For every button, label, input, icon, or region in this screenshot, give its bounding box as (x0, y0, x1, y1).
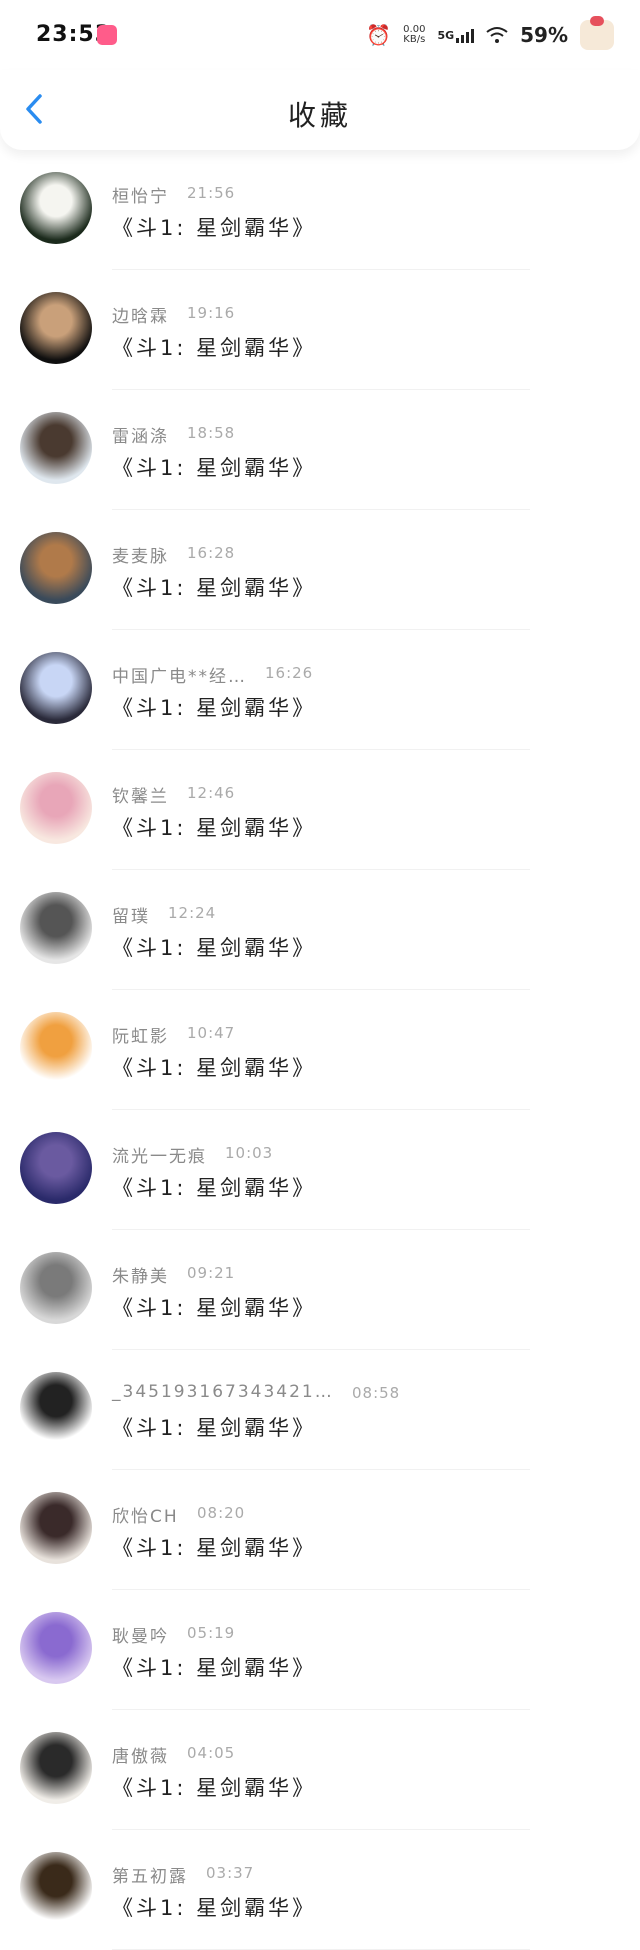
sender-name: 雷涵涤 (112, 427, 169, 447)
favorite-content: 《斗1: 星剑霸华》 (112, 936, 317, 960)
sender-name: 边晗霖 (112, 307, 169, 327)
signal-indicator: 5G (437, 27, 475, 43)
item-time: 03:37 (206, 1864, 255, 1882)
item-time: 19:16 (187, 304, 236, 322)
avatar[interactable] (20, 1372, 92, 1444)
list-item[interactable]: 阮虹影 10:47 《斗1: 星剑霸华》 (0, 990, 640, 1110)
sender-name: 唐傲薇 (112, 1747, 169, 1767)
favorite-content: 《斗1: 星剑霸华》 (112, 1056, 317, 1080)
sender-name: 流光一无痕 (112, 1147, 207, 1167)
item-time: 09:21 (187, 1264, 236, 1282)
avatar[interactable] (20, 892, 92, 964)
sender-name: 第五初露 (112, 1867, 188, 1887)
wifi-icon (486, 27, 508, 43)
avatar[interactable] (20, 1132, 92, 1204)
list-item[interactable]: _345193167343421… 08:58 《斗1: 星剑霸华》 (0, 1350, 640, 1470)
item-time: 10:03 (225, 1144, 274, 1162)
list-item[interactable]: 雷涵涤 18:58 《斗1: 星剑霸华》 (0, 390, 640, 510)
favorite-content: 《斗1: 星剑霸华》 (112, 1896, 317, 1920)
app-notification-icon (97, 25, 117, 45)
favorite-content: 《斗1: 星剑霸华》 (112, 696, 317, 720)
item-time: 18:58 (187, 424, 236, 442)
sender-name: 欣怡CH (112, 1507, 179, 1527)
sender-name: 耿曼吟 (112, 1627, 169, 1647)
status-icons: ⏰ 0.00 KB/s 5G 59% (366, 16, 614, 52)
favorite-content: 《斗1: 星剑霸华》 (112, 1776, 317, 1800)
favorite-content: 《斗1: 星剑霸华》 (112, 1536, 317, 1560)
favorite-content: 《斗1: 星剑霸华》 (112, 336, 317, 360)
favorite-content: 《斗1: 星剑霸华》 (112, 1656, 317, 1680)
avatar[interactable] (20, 412, 92, 484)
avatar[interactable] (20, 652, 92, 724)
avatar[interactable] (20, 532, 92, 604)
item-time: 05:19 (187, 1624, 236, 1642)
alarm-icon: ⏰ (366, 23, 392, 47)
list-item[interactable]: 中国广电**经… 16:26 《斗1: 星剑霸华》 (0, 630, 640, 750)
favorite-content: 《斗1: 星剑霸华》 (112, 816, 317, 840)
avatar[interactable] (20, 772, 92, 844)
favorite-content: 《斗1: 星剑霸华》 (112, 1176, 317, 1200)
list-item[interactable]: 边晗霖 19:16 《斗1: 星剑霸华》 (0, 270, 640, 390)
sender-name: _345193167343421… (112, 1382, 334, 1402)
item-time: 08:20 (197, 1504, 246, 1522)
list-item[interactable]: 桓怡宁 21:56 《斗1: 星剑霸华》 (0, 150, 640, 270)
list-item[interactable]: 流光一无痕 10:03 《斗1: 星剑霸华》 (0, 1110, 640, 1230)
item-time: 16:26 (265, 664, 314, 682)
item-time: 04:05 (187, 1744, 236, 1762)
list-item[interactable]: 耿曼吟 05:19 《斗1: 星剑霸华》 (0, 1590, 640, 1710)
avatar[interactable] (20, 1492, 92, 1564)
sender-name: 留璞 (112, 907, 150, 927)
item-time: 12:46 (187, 784, 236, 802)
sender-name: 桓怡宁 (112, 187, 169, 207)
signal-bars-icon (456, 27, 475, 43)
favorite-content: 《斗1: 星剑霸华》 (112, 216, 317, 240)
page-title: 收藏 (287, 99, 352, 132)
item-time: 21:56 (187, 184, 236, 202)
net-speed: 0.00 KB/s (403, 24, 426, 45)
list-item[interactable]: 留璞 12:24 《斗1: 星剑霸华》 (0, 870, 640, 990)
cake-sticker-icon (580, 16, 614, 50)
list-item[interactable]: 麦麦脉 16:28 《斗1: 星剑霸华》 (0, 510, 640, 630)
list-item[interactable]: 朱静美 09:21 《斗1: 星剑霸华》 (0, 1230, 640, 1350)
list-item[interactable]: 第五初露 03:37 《斗1: 星剑霸华》 (0, 1830, 640, 1950)
status-bar: 23:53 ⏰ 0.00 KB/s 5G 59% (0, 0, 640, 70)
favorite-content: 《斗1: 星剑霸华》 (112, 576, 317, 600)
avatar[interactable] (20, 1732, 92, 1804)
favorite-content: 《斗1: 星剑霸华》 (112, 1296, 317, 1320)
sender-name: 朱静美 (112, 1267, 169, 1287)
item-time: 08:58 (352, 1384, 401, 1402)
avatar[interactable] (20, 1612, 92, 1684)
sender-name: 麦麦脉 (112, 547, 169, 567)
network-type: 5G (437, 28, 455, 42)
item-time: 12:24 (168, 904, 217, 922)
avatar[interactable] (20, 292, 92, 364)
item-time: 10:47 (187, 1024, 236, 1042)
list-item[interactable]: 欣怡CH 08:20 《斗1: 星剑霸华》 (0, 1470, 640, 1590)
item-time: 16:28 (187, 544, 236, 562)
sender-name: 阮虹影 (112, 1027, 169, 1047)
favorite-content: 《斗1: 星剑霸华》 (112, 456, 317, 480)
sender-name: 中国广电**经… (112, 667, 247, 687)
header-bar: 收藏 (0, 70, 640, 150)
list-item[interactable]: 唐傲薇 04:05 《斗1: 星剑霸华》 (0, 1710, 640, 1830)
battery-level: 59% (520, 23, 568, 47)
favorites-list: 桓怡宁 21:56 《斗1: 星剑霸华》 边晗霖 19:16 《斗1: 星剑霸华》 雷涵涤 1… (0, 150, 640, 1950)
list-item[interactable]: 钦馨兰 12:46 《斗1: 星剑霸华》 (0, 750, 640, 870)
sender-name: 钦馨兰 (112, 787, 169, 807)
avatar[interactable] (20, 172, 92, 244)
avatar[interactable] (20, 1252, 92, 1324)
avatar[interactable] (20, 1852, 92, 1924)
avatar[interactable] (20, 1012, 92, 1084)
favorite-content: 《斗1: 星剑霸华》 (112, 1416, 317, 1440)
